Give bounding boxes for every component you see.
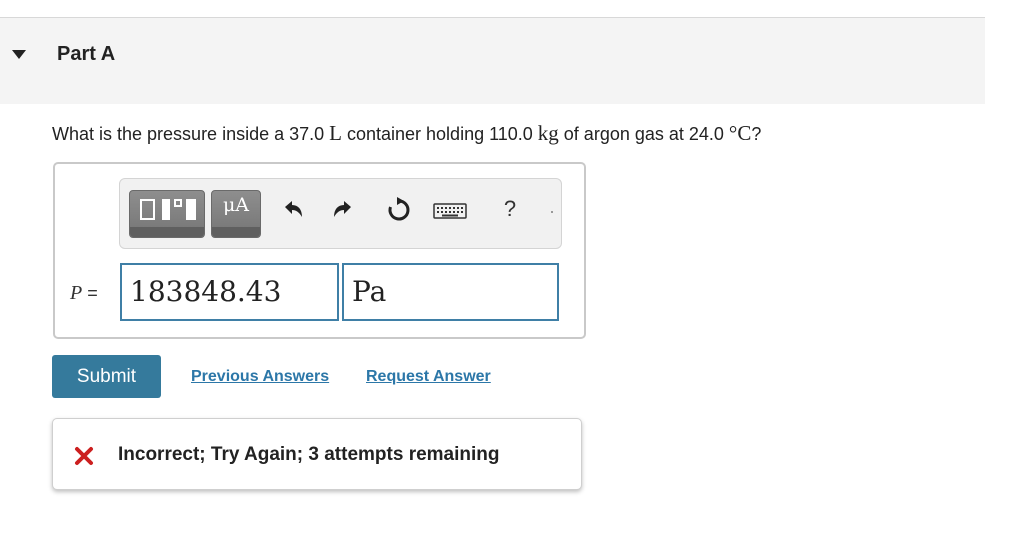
answer-unit-input[interactable]: Pa [342, 263, 559, 321]
previous-answers-link[interactable]: Previous Answers [191, 368, 329, 386]
units-icon: μA [222, 194, 250, 216]
templates-icon-part [162, 199, 170, 220]
units-button[interactable]: μA [211, 190, 261, 238]
submit-button[interactable]: Submit [52, 355, 161, 398]
templates-button[interactable] [129, 190, 205, 238]
question-part: ? [751, 124, 762, 144]
incorrect-x-icon [73, 445, 95, 467]
variable-symbol: P [70, 282, 83, 304]
equals-sign: = [82, 283, 98, 303]
templates-icon-part [186, 199, 196, 220]
templates-icon [140, 199, 155, 220]
collapse-caret-icon[interactable] [12, 50, 26, 59]
part-header[interactable] [0, 18, 985, 104]
undo-icon[interactable] [276, 195, 306, 225]
feedback-message: Incorrect; Try Again; 3 attempts remaini… [118, 444, 500, 465]
help-icon[interactable]: ? [500, 196, 520, 222]
reset-icon[interactable] [384, 195, 414, 225]
answer-value-input[interactable]: 183848.43 [120, 263, 339, 321]
question-part: container holding 110.0 [341, 124, 538, 144]
templates-icon-part [174, 199, 182, 207]
request-answer-link[interactable]: Request Answer [366, 368, 491, 386]
mass-unit: kg [537, 121, 559, 145]
redo-icon[interactable] [330, 195, 360, 225]
button-strip [130, 227, 204, 237]
button-strip [212, 227, 260, 237]
question-text: What is the pressure inside a 37.0 L con… [52, 121, 761, 146]
part-title[interactable]: Part A [57, 43, 115, 66]
question-part: of argon gas at 24.0 [558, 124, 729, 144]
toolbar-dot [551, 211, 553, 213]
variable-label: P = [70, 282, 98, 305]
keyboard-icon[interactable] [432, 195, 468, 225]
volume-unit: L [329, 121, 342, 145]
temperature-unit: °C [728, 121, 752, 145]
question-part: What is the pressure inside a 37.0 [52, 124, 330, 144]
